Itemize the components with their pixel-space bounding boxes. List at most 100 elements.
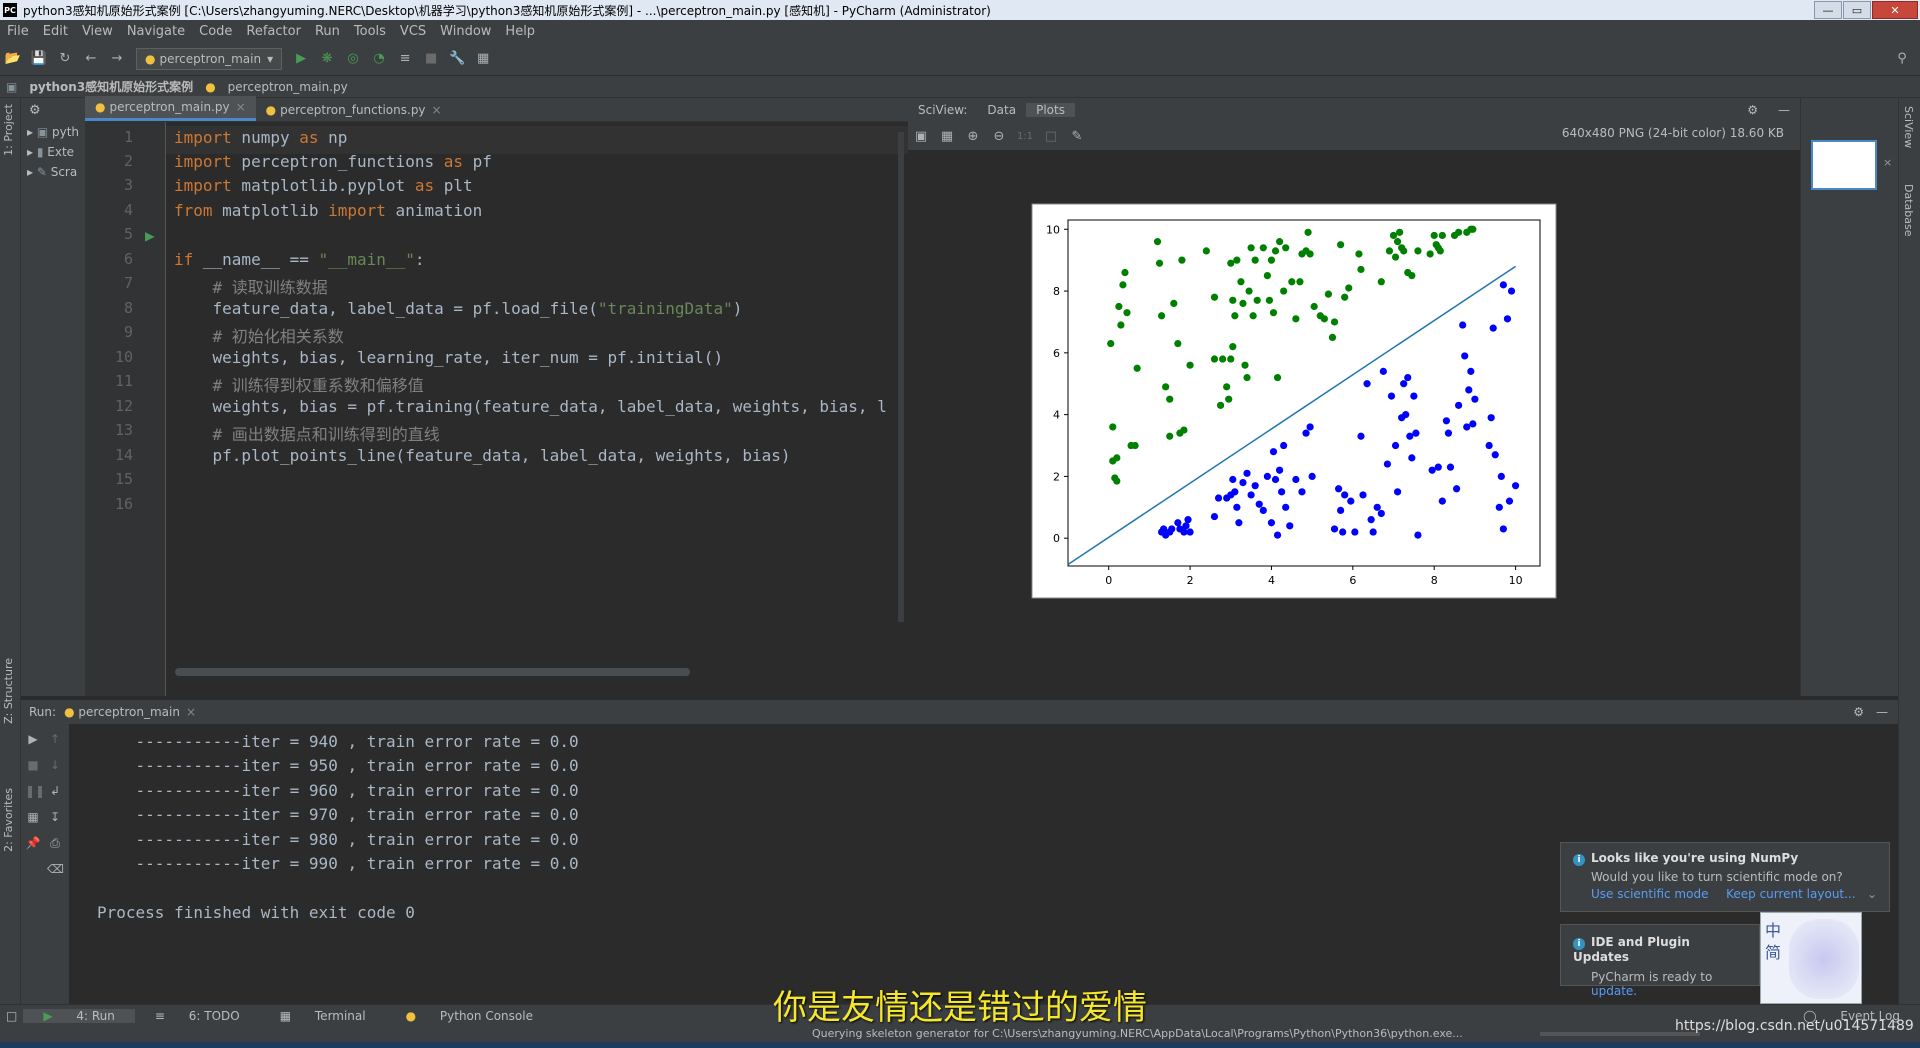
hide-panel-icon[interactable]: —: [1768, 103, 1800, 117]
plot-thumbnail[interactable]: [1811, 140, 1877, 190]
negative-point: [1347, 497, 1355, 505]
run-icon[interactable]: ▶: [293, 51, 309, 67]
soft-wrap-icon[interactable]: ↲: [47, 784, 63, 800]
tab-label: perceptron_main.py: [109, 100, 230, 114]
profile-icon[interactable]: ◔: [371, 51, 387, 67]
breadcrumb-file[interactable]: perceptron_main.py: [222, 80, 354, 94]
close-tab-icon[interactable]: ×: [186, 705, 196, 719]
code-editor[interactable]: 1 2 3 4 5 6 7 8 9 10 11 12 13 14 15 16 ▶…: [85, 122, 908, 696]
negative-point: [1255, 500, 1263, 508]
gear-icon[interactable]: ⚙: [1853, 705, 1864, 719]
sciview-tool-tab[interactable]: SciView: [1902, 106, 1915, 148]
scroll-to-end-icon[interactable]: ↧: [47, 810, 63, 826]
project-structure-icon[interactable]: ▦: [475, 51, 491, 67]
settings-wrench-icon[interactable]: 🔧: [449, 51, 465, 67]
close-tab-icon[interactable]: ×: [432, 103, 442, 117]
tab-perceptron-functions[interactable]: ● perceptron_functions.py ×: [256, 99, 452, 121]
menu-view[interactable]: View: [75, 24, 120, 39]
hide-panel-icon[interactable]: —: [1876, 705, 1888, 719]
maximize-button[interactable]: ▭: [1843, 1, 1871, 19]
run-configuration-select[interactable]: ● perceptron_main ▾: [136, 47, 283, 70]
zoom-in-icon[interactable]: ⊕: [965, 128, 981, 144]
color-picker-icon[interactable]: ✎: [1069, 128, 1085, 144]
tree-expand-icon: ▸: [27, 145, 37, 159]
stop-icon[interactable]: ■: [423, 51, 439, 67]
menu-help[interactable]: Help: [498, 24, 542, 39]
coverage-icon[interactable]: ◎: [345, 51, 361, 67]
negative-point: [1231, 488, 1239, 496]
close-button[interactable]: ✕: [1872, 1, 1918, 19]
menu-navigate[interactable]: Navigate: [120, 24, 192, 39]
tab-terminal[interactable]: ▦ Terminal: [260, 1009, 386, 1023]
zoom-out-icon[interactable]: ⊖: [991, 128, 1007, 144]
negative-point: [1184, 516, 1192, 524]
menu-edit[interactable]: Edit: [36, 24, 75, 39]
horizontal-scrollbar[interactable]: [175, 668, 690, 676]
update-link[interactable]: update.: [1591, 984, 1637, 998]
negative-point: [1286, 522, 1294, 530]
close-tab-icon[interactable]: ×: [236, 100, 246, 114]
positive-point: [1239, 299, 1247, 308]
gear-icon[interactable]: ⚙: [1737, 103, 1768, 117]
minimize-button[interactable]: —: [1814, 1, 1842, 19]
print-icon[interactable]: ⎙: [47, 836, 63, 852]
tab-perceptron-main[interactable]: ● perceptron_main.py ×: [85, 96, 256, 121]
menu-refactor[interactable]: Refactor: [239, 24, 308, 39]
menu-window[interactable]: Window: [433, 24, 498, 39]
stop-icon[interactable]: ■: [25, 758, 41, 774]
chevron-down-icon[interactable]: ⌄: [1867, 887, 1877, 901]
concurrency-icon[interactable]: ≡: [397, 51, 413, 67]
project-tree-item[interactable]: ▸ ▣ pyth: [21, 122, 85, 142]
up-arrow-icon[interactable]: ↑: [47, 732, 63, 748]
tab-python-console[interactable]: ● Python Console: [386, 1009, 553, 1023]
trash-icon[interactable]: ⌫: [47, 862, 64, 878]
project-settings-icon[interactable]: ⚙: [29, 103, 41, 118]
project-tool-tab[interactable]: 1: Project: [2, 104, 15, 156]
search-icon[interactable]: ⚲: [1894, 51, 1910, 67]
negative-point: [1503, 315, 1512, 323]
fit-window-icon[interactable]: □: [1043, 128, 1059, 144]
database-tool-tab[interactable]: Database: [1902, 184, 1915, 237]
open-folder-icon[interactable]: 📂: [5, 51, 21, 67]
menu-vcs[interactable]: VCS: [393, 24, 433, 39]
pin-icon[interactable]: 📌: [25, 836, 41, 852]
menu-file[interactable]: File: [0, 24, 36, 39]
save-icon[interactable]: 💾: [31, 51, 47, 67]
plot-viewport[interactable]: 0 2 4 6 8 10 0 2 4 6 8 10: [908, 150, 1800, 696]
menu-run[interactable]: Run: [308, 24, 347, 39]
project-tree-item[interactable]: ▸ ✎ Scra: [21, 162, 85, 182]
negative-point: [1306, 423, 1314, 431]
rerun-icon[interactable]: ▶: [25, 732, 41, 748]
tab-todo[interactable]: ≡ 6: TODO: [135, 1009, 260, 1023]
back-arrow-icon[interactable]: ←: [83, 51, 99, 67]
menu-tools[interactable]: Tools: [347, 24, 393, 39]
pause-icon[interactable]: ❚❚: [25, 784, 45, 800]
vertical-scrollbar[interactable]: [898, 132, 904, 622]
tab-data[interactable]: Data: [977, 103, 1026, 117]
watermark: https://blog.csdn.net/u014571489: [1675, 1018, 1914, 1034]
run-tab[interactable]: perceptron_main: [78, 705, 180, 719]
close-thumbnail-icon[interactable]: ×: [1883, 156, 1892, 169]
forward-arrow-icon[interactable]: →: [109, 51, 125, 67]
structure-tool-tab[interactable]: Z: Structure: [2, 658, 15, 724]
actual-size-icon[interactable]: 1:1: [1017, 128, 1033, 144]
positive-point: [1408, 272, 1416, 280]
sync-icon[interactable]: ↻: [57, 51, 73, 67]
favorites-tool-tab[interactable]: 2: Favorites: [2, 788, 15, 852]
menu-code[interactable]: Code: [192, 24, 239, 39]
tab-plots[interactable]: Plots: [1026, 103, 1075, 117]
debug-icon[interactable]: ❋: [319, 51, 335, 67]
layout-icon[interactable]: ▦: [25, 810, 41, 826]
tab-run[interactable]: ▶ 4: Run: [23, 1008, 135, 1023]
layout-toggle-icon[interactable]: □: [0, 1009, 23, 1023]
folder-icon: ▣: [36, 125, 52, 139]
ime-widget[interactable]: 中 简: [1760, 912, 1862, 1004]
down-arrow-icon[interactable]: ↓: [47, 758, 63, 774]
use-scientific-mode-link[interactable]: Use scientific mode: [1591, 887, 1708, 901]
fit-zoom-icon[interactable]: ▣: [913, 128, 929, 144]
breadcrumb-project[interactable]: python3感知机原始形式案例: [23, 78, 199, 95]
run-gutter-icon[interactable]: ▶: [145, 226, 155, 245]
grid-icon[interactable]: ▦: [939, 128, 955, 144]
keep-layout-link[interactable]: Keep current layout...: [1726, 887, 1855, 901]
project-tree-item[interactable]: ▸ ▮ Exte: [21, 142, 85, 162]
